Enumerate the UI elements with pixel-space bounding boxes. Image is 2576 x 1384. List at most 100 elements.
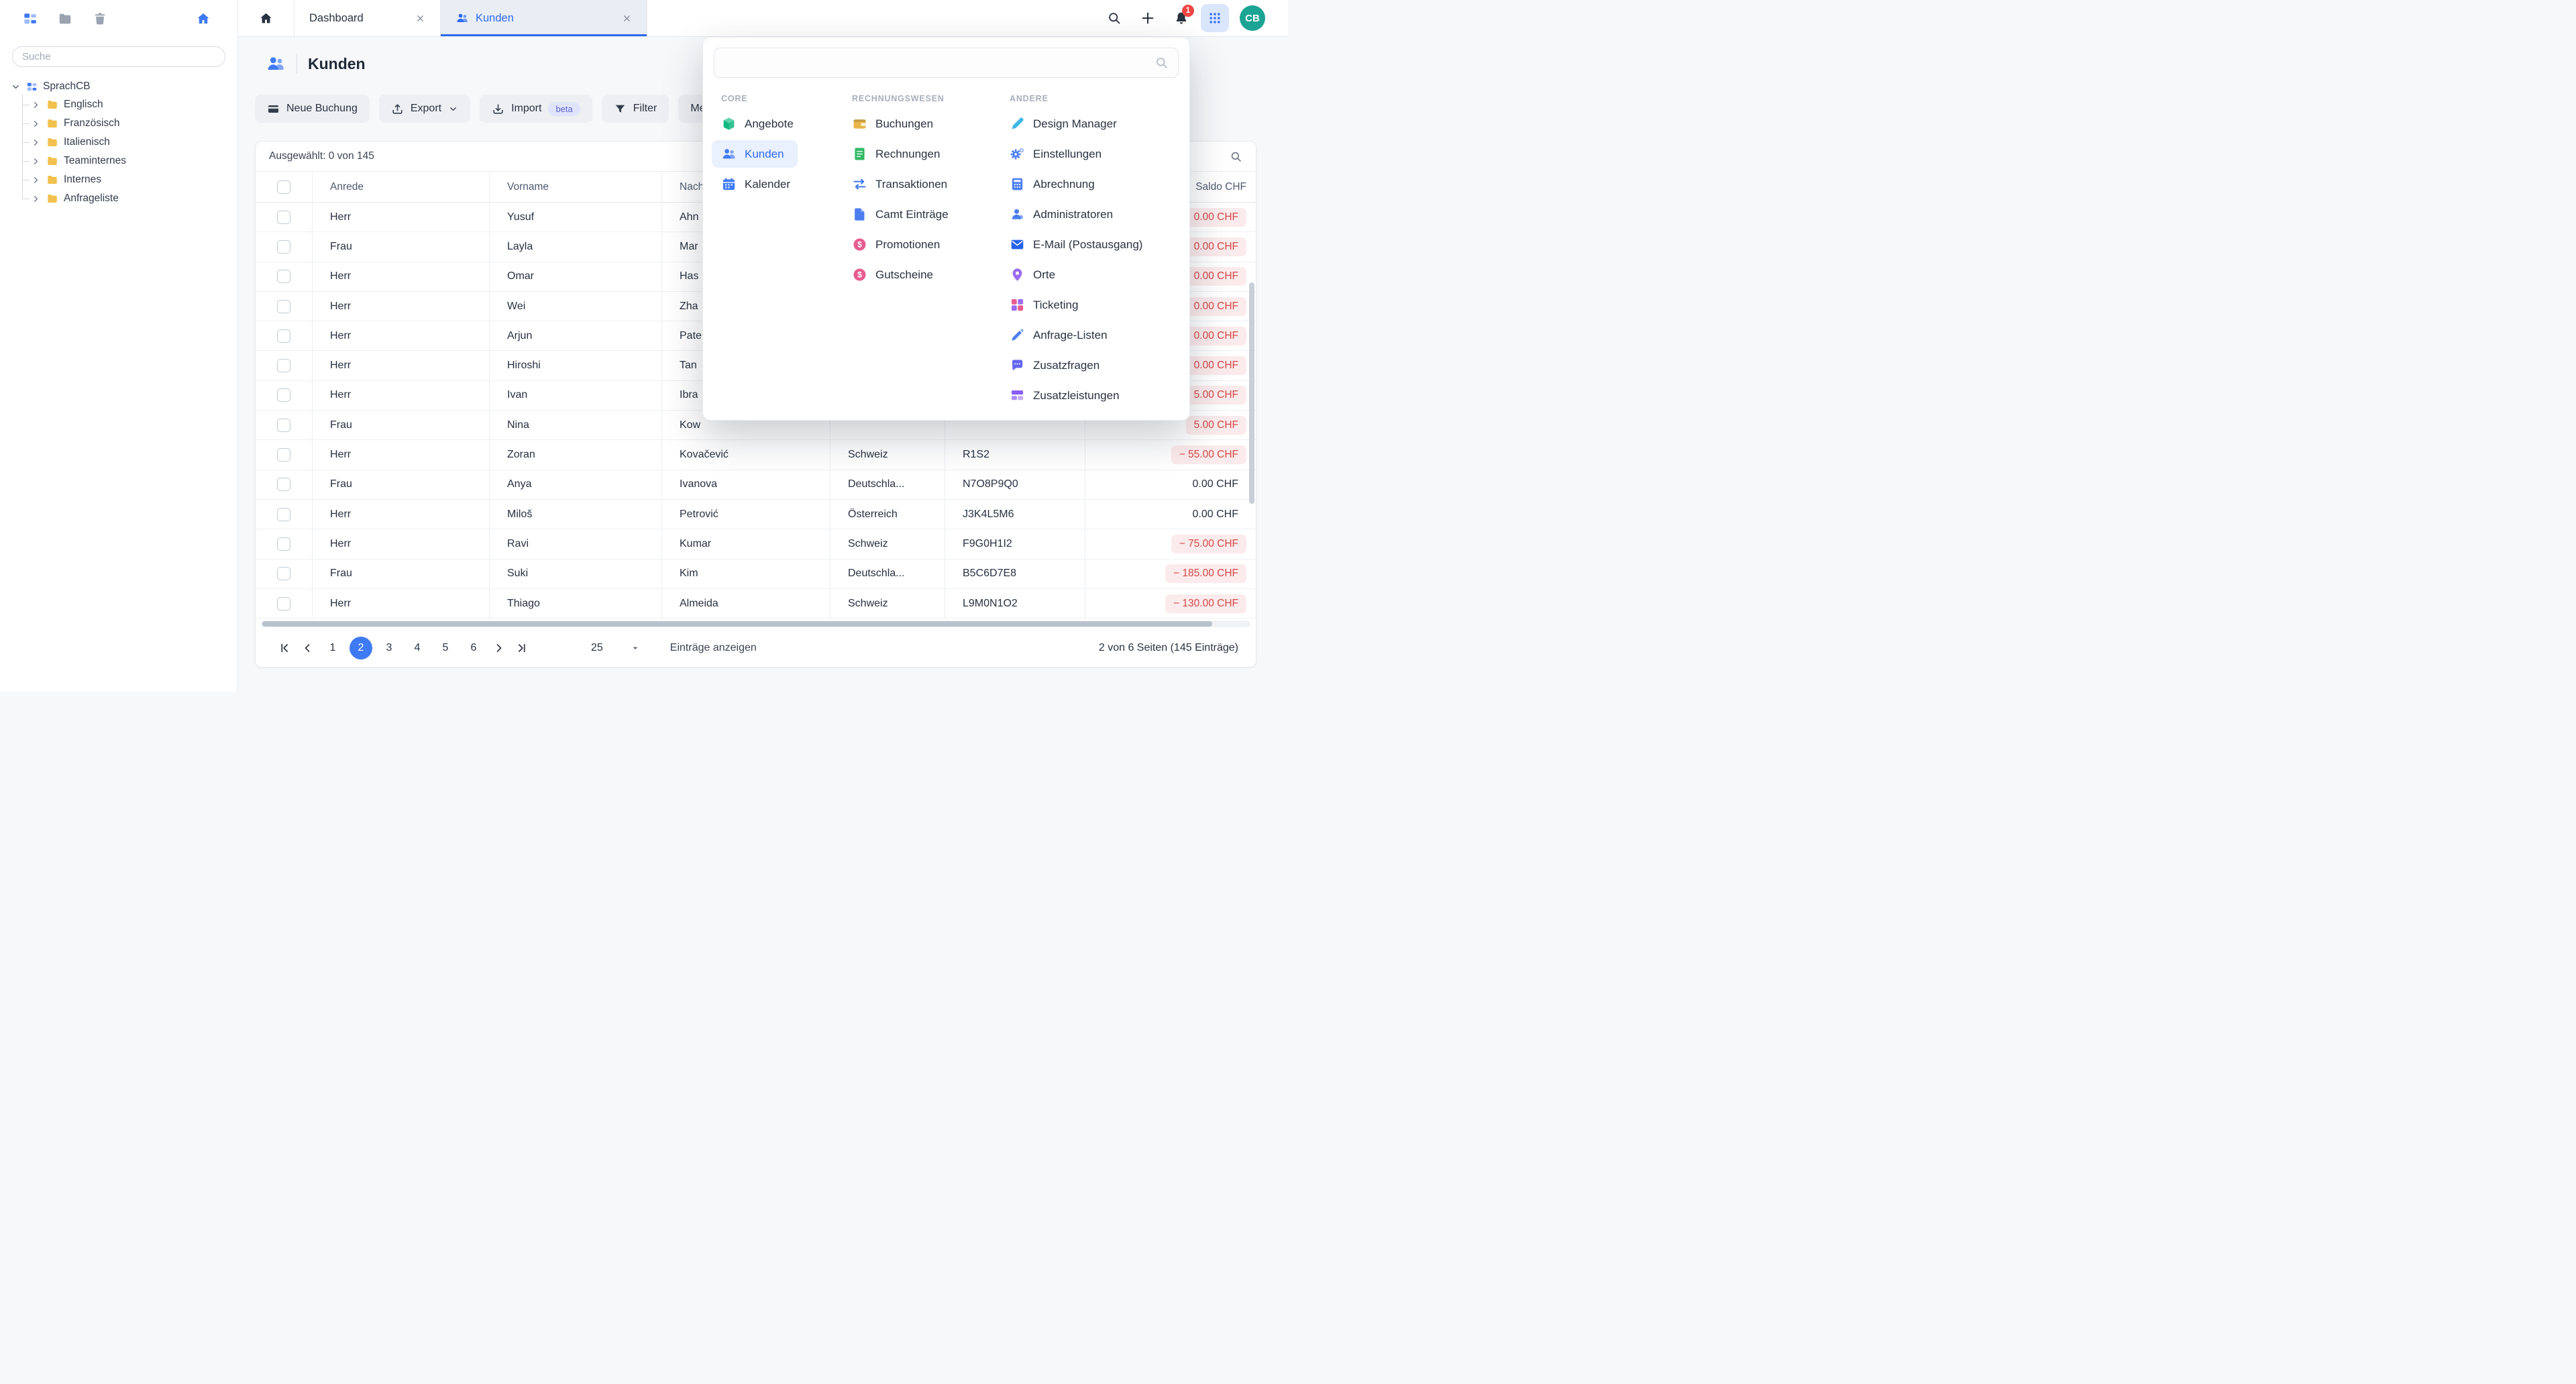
app-item-administratoren[interactable]: Administratoren <box>1010 201 1183 228</box>
app-item-rechnungen[interactable]: Rechnungen <box>852 140 1010 168</box>
page-2-button[interactable]: 2 <box>350 637 372 659</box>
tree-item-internes[interactable]: Internes <box>31 170 231 189</box>
search-icon <box>1107 11 1122 25</box>
column-header-anrede[interactable]: Anrede <box>313 172 490 202</box>
first-page-button[interactable] <box>273 637 296 659</box>
page-5-button[interactable]: 5 <box>434 637 457 659</box>
app-item-design-manager[interactable]: Design Manager <box>1010 110 1183 138</box>
filter-button[interactable]: Filter <box>602 95 669 123</box>
row-checkbox[interactable] <box>277 448 290 462</box>
page-1-button[interactable]: 1 <box>321 637 344 659</box>
app-item-gutscheine[interactable]: $ Gutscheine <box>852 261 1010 288</box>
table-search-button[interactable] <box>1230 150 1242 163</box>
close-icon[interactable] <box>622 13 632 23</box>
tree-item-franzoesisch[interactable]: Französisch <box>31 114 231 133</box>
tree-item-teaminternes[interactable]: Teaminternes <box>31 152 231 170</box>
app-item-transaktionen[interactable]: Transaktionen <box>852 170 1010 198</box>
tab-kunden[interactable]: Kunden <box>441 0 647 36</box>
table-row[interactable]: Herr Miloš Petrović Österreich J3K4L5M6 … <box>256 500 1256 529</box>
row-checkbox[interactable] <box>277 270 290 283</box>
app-item-kunden[interactable]: Kunden <box>712 140 798 168</box>
table-row[interactable]: Herr Ravi Kumar Schweiz F9G0H1I2 − 75.00… <box>256 529 1256 559</box>
rail-folder-button[interactable] <box>58 11 72 26</box>
cell-anrede: Frau <box>313 560 490 588</box>
page-3-button[interactable]: 3 <box>378 637 400 659</box>
app-item-ticketing[interactable]: Ticketing <box>1010 291 1183 319</box>
app-item-buchungen[interactable]: Buchungen <box>852 110 1010 138</box>
sidebar-search-input[interactable] <box>12 46 225 67</box>
page-4-button[interactable]: 4 <box>406 637 429 659</box>
app-item-camt-eintraege[interactable]: Camt Einträge <box>852 201 1010 228</box>
rail-tree-view-button[interactable] <box>23 11 38 26</box>
page-size-select[interactable]: 25 <box>591 642 641 654</box>
global-search-button[interactable] <box>1100 4 1128 32</box>
close-icon[interactable] <box>415 13 425 23</box>
row-checkbox[interactable] <box>277 329 290 343</box>
row-checkbox[interactable] <box>277 567 290 580</box>
app-item-einstellungen[interactable]: Einstellungen <box>1010 140 1183 168</box>
next-page-button[interactable] <box>488 637 511 659</box>
horizontal-scrollbar[interactable] <box>261 621 1250 627</box>
vertical-scrollbar-thumb[interactable] <box>1249 282 1254 504</box>
table-row[interactable]: Frau Suki Kim Deutschla... B5C6D7E8 − 18… <box>256 560 1256 589</box>
tab-home[interactable] <box>238 0 294 36</box>
rail-home-button[interactable] <box>196 11 211 26</box>
row-checkbox[interactable] <box>277 359 290 372</box>
table-row[interactable]: Herr Zoran Kovačević Schweiz R1S2 − 55.0… <box>256 440 1256 470</box>
app-item-label: Kalender <box>745 178 790 191</box>
rail-trash-button[interactable] <box>93 11 107 26</box>
app-item-promotionen[interactable]: $ Promotionen <box>852 231 1010 258</box>
app-item-anfrage-listen[interactable]: Anfrage-Listen <box>1010 321 1183 349</box>
select-all-checkbox[interactable] <box>277 180 290 194</box>
row-checkbox[interactable] <box>277 597 290 610</box>
tree-item-anfrageliste[interactable]: Anfrageliste <box>31 189 231 208</box>
cell-land: Schweiz <box>830 529 945 558</box>
row-checkbox[interactable] <box>277 419 290 432</box>
row-checkbox[interactable] <box>277 478 290 491</box>
chevron-right-icon <box>31 138 41 148</box>
column-header-vorname[interactable]: Vorname <box>490 172 662 202</box>
row-checkbox[interactable] <box>277 508 290 521</box>
page-6-button[interactable]: 6 <box>462 637 485 659</box>
tree-item-englisch[interactable]: Englisch <box>31 95 231 114</box>
row-checkbox[interactable] <box>277 300 290 313</box>
neue-buchung-button[interactable]: Neue Buchung <box>255 95 370 123</box>
import-button[interactable]: Import beta <box>480 95 592 123</box>
dollar-icon: $ <box>852 237 867 252</box>
cell-vorname: Wei <box>490 292 662 321</box>
app-item-angebote[interactable]: Angebote <box>721 110 852 138</box>
row-checkbox[interactable] <box>277 211 290 224</box>
app-item-zusatzleistungen[interactable]: Zusatzleistungen <box>1010 382 1183 409</box>
app-item-kalender[interactable]: Kalender <box>721 170 852 198</box>
table-row[interactable]: Frau Anya Ivanova Deutschla... N7O8P9Q0 … <box>256 470 1256 500</box>
app-item-orte[interactable]: Orte <box>1010 261 1183 288</box>
vertical-scrollbar[interactable] <box>1249 205 1254 613</box>
app-item-e-mail-postausgang[interactable]: E-Mail (Postausgang) <box>1010 231 1183 258</box>
tab-dashboard[interactable]: Dashboard <box>294 0 441 36</box>
folder-tree: SprachCB Englisch Französisch Italienisc… <box>0 72 237 213</box>
cell-saldo: 0.00 CHF <box>1085 500 1256 529</box>
row-checkbox[interactable] <box>277 240 290 254</box>
table-row[interactable]: Herr Thiago Almeida Schweiz L9M0N1O2 − 1… <box>256 589 1256 619</box>
app-item-zusatzfragen[interactable]: Zusatzfragen <box>1010 352 1183 379</box>
notifications-button[interactable]: 1 <box>1167 4 1195 32</box>
popup-section-core: CORE Angebote Kunden Kalender <box>721 78 852 412</box>
tree-root[interactable]: SprachCB <box>7 78 231 95</box>
row-checkbox[interactable] <box>277 388 290 402</box>
cell-code: L9M0N1O2 <box>945 589 1085 618</box>
apps-search-input[interactable] <box>724 57 1155 69</box>
app-item-abrechnung[interactable]: Abrechnung <box>1010 170 1183 198</box>
app-item-label: Buchungen <box>875 117 933 131</box>
cell-vorname: Hiroshi <box>490 351 662 380</box>
apps-grid-button[interactable] <box>1201 4 1229 32</box>
avatar[interactable]: CB <box>1240 5 1265 31</box>
previous-page-button[interactable] <box>296 637 319 659</box>
row-checkbox[interactable] <box>277 537 290 551</box>
chevron-down-icon[interactable] <box>11 82 21 92</box>
export-button[interactable]: Export <box>379 95 470 123</box>
app-item-label: Kunden <box>745 148 784 161</box>
last-page-button[interactable] <box>511 637 533 659</box>
add-button[interactable] <box>1134 4 1162 32</box>
tree-item-italienisch[interactable]: Italienisch <box>31 133 231 152</box>
horizontal-scrollbar-thumb[interactable] <box>262 621 1212 627</box>
